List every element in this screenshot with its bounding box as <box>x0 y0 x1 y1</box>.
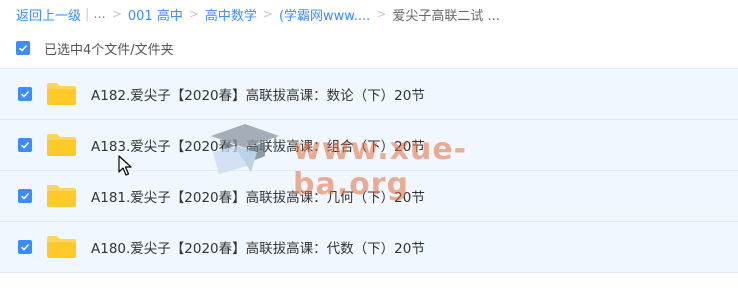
file-name[interactable]: A182.爱尖子【2020春】高联拔高课：数论（下）20节 <box>91 84 425 104</box>
breadcrumb-item-high-school[interactable]: 001 高中 <box>128 5 183 24</box>
folder-icon <box>47 134 76 156</box>
folder-icon <box>47 185 76 207</box>
folder-icon <box>47 236 76 258</box>
file-name[interactable]: A183.爱尖子【2020春】高联拔高课：组合（下）20节 <box>91 135 425 155</box>
row-checkbox[interactable] <box>18 240 32 254</box>
select-all-checkbox[interactable] <box>16 41 30 55</box>
row-checkbox[interactable] <box>18 138 32 152</box>
list-item[interactable]: A182.爱尖子【2020春】高联拔高课：数论（下）20节 <box>0 68 738 120</box>
chevron-right-icon: > <box>376 7 387 21</box>
list-item[interactable]: A180.爱尖子【2020春】高联拔高课：代数（下）20节 <box>0 222 738 273</box>
selection-count-label: 已选中4个文件/文件夹 <box>44 42 174 58</box>
mouse-pointer-icon <box>118 155 132 176</box>
row-checkbox[interactable] <box>18 87 32 101</box>
back-link[interactable]: 返回上一级 <box>16 5 81 24</box>
list-item[interactable]: A181.爱尖子【2020春】高联拔高课：几何（下）20节 <box>0 171 738 222</box>
breadcrumb-current: 爱尖子高联二试 ... <box>392 8 500 24</box>
breadcrumb-item-math[interactable]: 高中数学 <box>205 5 257 24</box>
selection-bar: 已选中4个文件/文件夹 <box>16 36 174 60</box>
folder-icon <box>47 83 76 105</box>
chevron-right-icon: > <box>188 7 199 21</box>
file-list: A182.爱尖子【2020春】高联拔高课：数论（下）20节 A183.爱尖子【2… <box>0 68 738 273</box>
breadcrumb: 返回上一级 | ... > 001 高中 > 高中数学 > (学霸网www...… <box>16 4 500 24</box>
chevron-right-icon: > <box>262 7 273 21</box>
breadcrumb-ellipsis[interactable]: ... <box>93 7 105 22</box>
row-checkbox[interactable] <box>18 189 32 203</box>
file-name[interactable]: A181.爱尖子【2020春】高联拔高课：几何（下）20节 <box>91 186 425 206</box>
file-name[interactable]: A180.爱尖子【2020春】高联拔高课：代数（下）20节 <box>91 237 425 257</box>
breadcrumb-divider: | <box>85 6 90 22</box>
list-item[interactable]: A183.爱尖子【2020春】高联拔高课：组合（下）20节 <box>0 120 738 171</box>
chevron-right-icon: > <box>111 7 122 21</box>
breadcrumb-item-xueba[interactable]: (学霸网www.... <box>279 5 370 24</box>
